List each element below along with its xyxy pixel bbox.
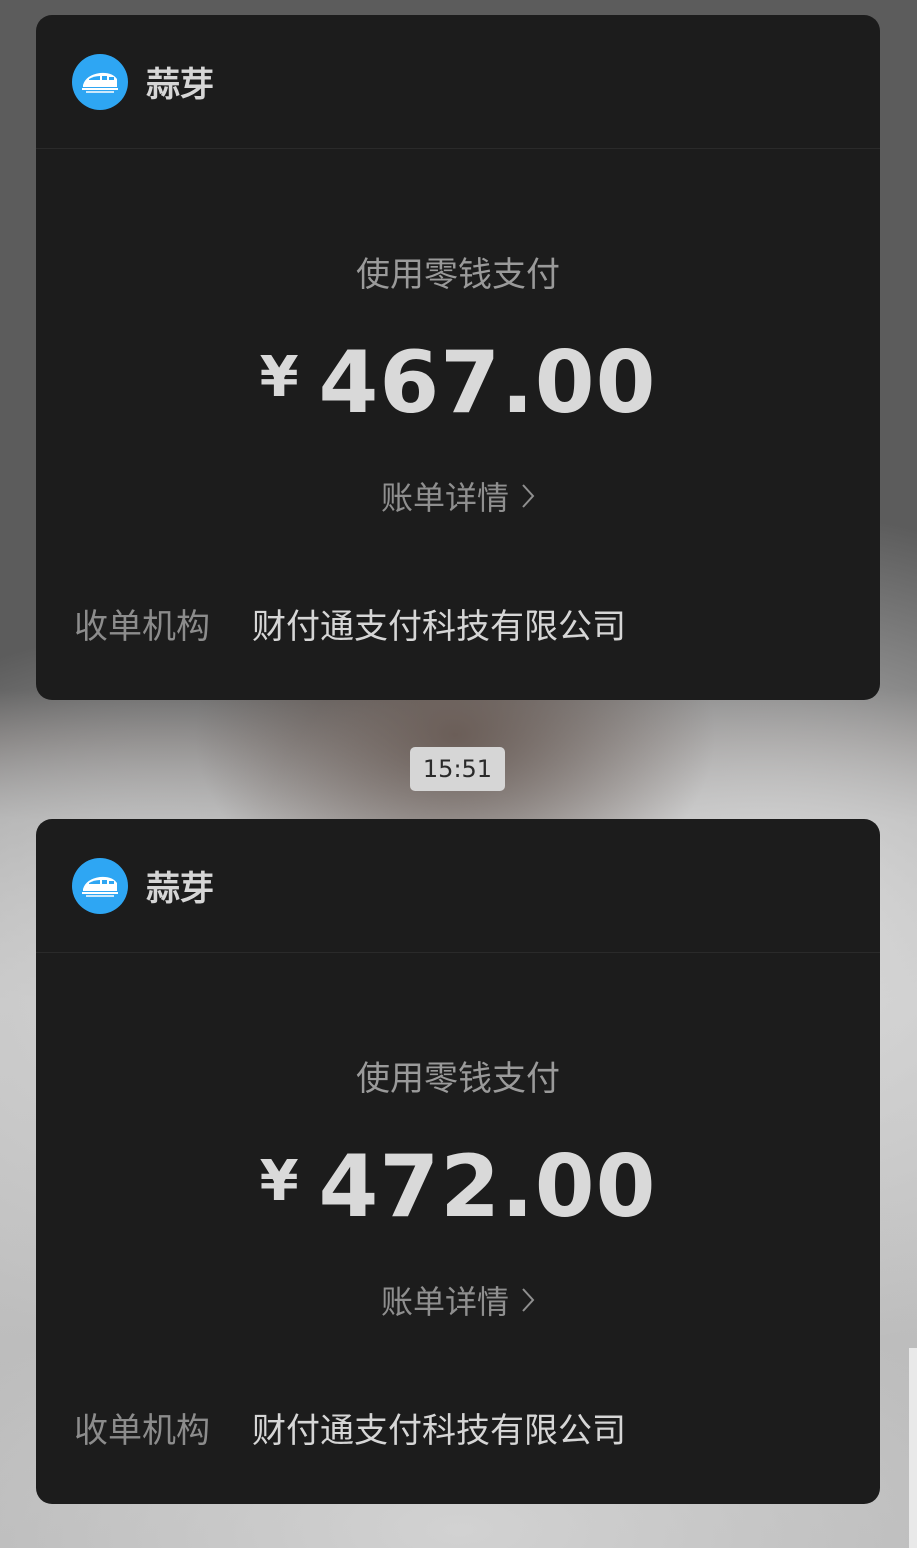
train-icon xyxy=(72,857,128,914)
merchant-value: 财付通支付科技有限公司 xyxy=(252,1411,626,1451)
bill-detail-label: 账单详情 xyxy=(380,479,509,517)
scrollbar[interactable] xyxy=(909,1348,917,1548)
bill-detail-label: 账单详情 xyxy=(380,1283,509,1321)
chevron-right-icon xyxy=(521,483,535,509)
bill-detail-link[interactable]: 账单详情 xyxy=(36,1277,880,1323)
pay-method-label: 使用零钱支付 xyxy=(356,255,560,295)
message-timestamp: 15:51 xyxy=(410,747,505,791)
merchant-row: 收单机构 财付通支付科技有限公司 xyxy=(74,599,626,648)
amount-row: ¥ 467.00 xyxy=(36,333,880,433)
merchant-label: 收单机构 xyxy=(74,607,210,647)
payment-card[interactable]: 蒜芽 使用零钱支付 ¥ 472.00 账单详情 收单机构 财付通支付科技有限公司 xyxy=(36,819,880,1504)
currency-symbol: ¥ xyxy=(259,345,299,410)
app-name: 蒜芽 xyxy=(146,869,214,909)
payment-amount: 472.00 xyxy=(318,1137,657,1237)
pay-method-label: 使用零钱支付 xyxy=(356,1059,560,1099)
payment-card[interactable]: 蒜芽 使用零钱支付 ¥ 467.00 账单详情 收单机构 财付通支付科技有限公司 xyxy=(36,15,880,700)
currency-symbol: ¥ xyxy=(259,1149,299,1214)
merchant-label: 收单机构 xyxy=(74,1411,210,1451)
card-header: 蒜芽 xyxy=(36,15,880,149)
bill-detail-link[interactable]: 账单详情 xyxy=(36,473,880,519)
card-header: 蒜芽 xyxy=(36,819,880,953)
merchant-value: 财付通支付科技有限公司 xyxy=(252,607,626,647)
chevron-right-icon xyxy=(521,1287,535,1313)
train-icon xyxy=(72,53,128,110)
merchant-row: 收单机构 财付通支付科技有限公司 xyxy=(74,1403,626,1452)
app-name: 蒜芽 xyxy=(146,65,214,105)
payment-amount: 467.00 xyxy=(318,333,657,433)
amount-row: ¥ 472.00 xyxy=(36,1137,880,1237)
